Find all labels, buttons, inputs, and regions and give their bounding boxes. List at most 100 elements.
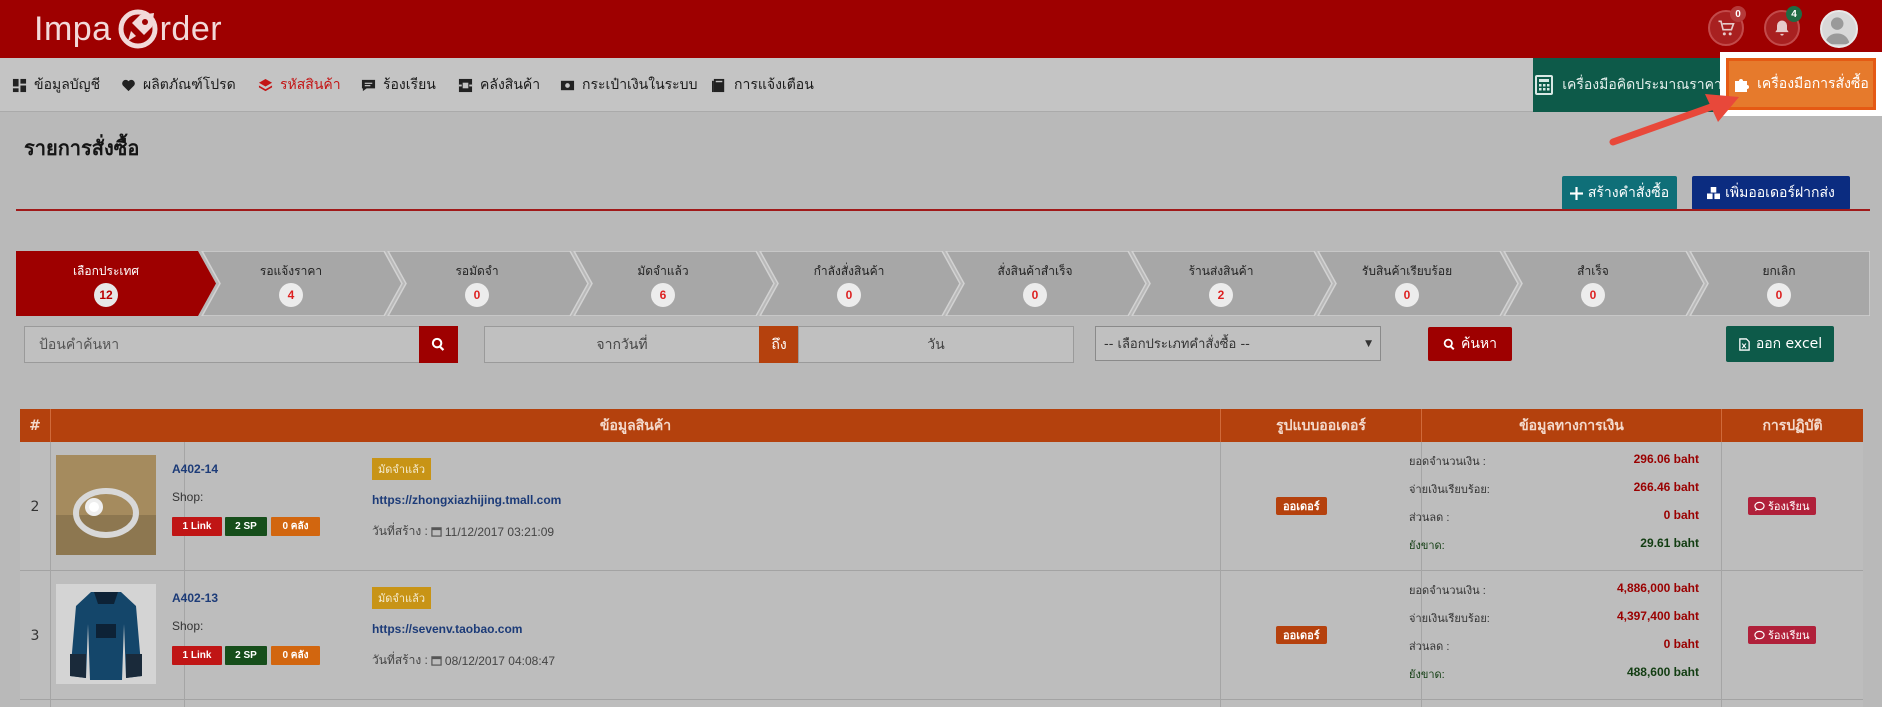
step-deposited[interactable]: มัดจำแล้ว xyxy=(588,262,738,281)
finance-total-value: 4,886,000 baht xyxy=(1616,581,1699,595)
complain-button[interactable]: ร้องเรียน xyxy=(1748,626,1816,644)
cart-count-badge: 0 xyxy=(1730,6,1746,22)
avatar[interactable] xyxy=(1820,10,1858,48)
user-icon xyxy=(1824,17,1850,45)
step-select-country[interactable]: เลือกประเทศ xyxy=(31,262,181,281)
file-excel-icon xyxy=(1739,337,1750,351)
search-icon xyxy=(431,337,445,351)
export-excel-label: ออก excel xyxy=(1755,336,1823,352)
page-title: รายการสั่งซื้อ xyxy=(24,136,140,160)
step-waiting-deposit[interactable]: รอมัดจำ xyxy=(402,262,552,281)
warehouse-icon xyxy=(458,78,473,92)
step-count: 4 xyxy=(279,283,303,307)
product-image-cell xyxy=(51,700,185,707)
finance-paid-label: จ่ายเงินเรียบร้อย: xyxy=(1409,484,1490,496)
complain-label: ร้องเรียน xyxy=(1768,500,1810,513)
annotation-arrow-icon xyxy=(1609,94,1739,146)
logo-text-right: rder xyxy=(159,9,223,48)
col-header-number: # xyxy=(20,409,51,442)
nav-item-complaints[interactable]: ร้องเรียน xyxy=(361,58,436,112)
heart-icon xyxy=(122,79,135,91)
ring-image-icon xyxy=(56,455,156,555)
finance-due-label: ยังขาด: xyxy=(1409,669,1445,681)
step-ordering[interactable]: กำลังสั่งสินค้า xyxy=(774,262,924,281)
nav-item-warehouse[interactable]: คลังสินค้า xyxy=(458,58,540,112)
col-header-order-type: รูปแบบออเดอร์ xyxy=(1221,409,1422,442)
table-row: 3 A402-13 Shop: 1 Link 2 SP 0 คลัง มัดจำ… xyxy=(20,571,1863,700)
book-icon xyxy=(712,78,725,92)
cart-icon xyxy=(1718,20,1735,36)
cubes-icon xyxy=(1707,186,1721,199)
step-count: 6 xyxy=(651,283,675,307)
notification-button[interactable]: 4 xyxy=(1764,6,1802,46)
notification-count-badge: 4 xyxy=(1786,6,1802,22)
step-completed[interactable]: สำเร็จ xyxy=(1518,262,1668,281)
step-waiting-price[interactable]: รอแจ้งราคา xyxy=(216,262,366,281)
add-forward-order-button[interactable]: เพิ่มออเดอร์ฝากส่ง xyxy=(1692,176,1850,210)
order-type-select[interactable]: -- เลือกประเภทคำสั่งซื้อ -- ▼ xyxy=(1095,326,1381,361)
comment-icon xyxy=(1754,501,1765,511)
wallet-icon xyxy=(560,80,575,90)
comment-icon xyxy=(1754,630,1765,640)
finance-discount-label: ส่วนลด : xyxy=(1409,512,1450,524)
nav-label: คลังสินค้า xyxy=(480,77,541,93)
finance-cell xyxy=(1422,700,1722,707)
finance-due: ยังขาด: 488,600 baht xyxy=(1409,665,1699,683)
step-ordered[interactable]: สั่งสินค้าสำเร็จ xyxy=(960,262,1110,281)
row-number: 3 xyxy=(20,571,51,700)
order-tool-button[interactable]: เครื่องมือการสั่งซื้อ xyxy=(1726,58,1876,110)
step-count: 0 xyxy=(1023,283,1047,307)
date-to-label: ถึง xyxy=(759,326,799,363)
nav-label: กระเป๋าเงินในระบบ xyxy=(582,77,698,93)
search-button[interactable]: ค้นหา xyxy=(1428,327,1512,361)
order-type-cell xyxy=(1221,700,1422,707)
step-shop-shipped[interactable]: ร้านส่งสินค้า xyxy=(1146,262,1296,281)
cart-button[interactable]: 0 xyxy=(1708,6,1746,46)
nav-label: ผลิตภัณฑ์โปรด xyxy=(143,77,236,93)
puzzle-icon xyxy=(1735,79,1750,92)
layers-icon xyxy=(258,78,273,91)
search-input[interactable]: ป้อนคำค้นหา xyxy=(24,326,420,363)
step-count: 2 xyxy=(1209,283,1233,307)
plus-icon xyxy=(1569,186,1583,200)
nav-label: การแจ้งเตือน xyxy=(734,77,814,93)
comment-icon xyxy=(361,79,376,91)
col-header-finance: ข้อมูลทางการเงิน xyxy=(1422,409,1722,442)
date-from-input[interactable]: จากวันที่ xyxy=(484,326,760,363)
date-to-input[interactable]: วัน xyxy=(798,326,1074,363)
create-order-button[interactable]: สร้างคำสั่งซื้อ xyxy=(1562,176,1677,210)
nav-item-wallet[interactable]: กระเป๋าเงินในระบบ xyxy=(560,58,697,112)
nav-item-favorites[interactable]: ผลิตภัณฑ์โปรด xyxy=(121,58,236,112)
table-row: 2 A402-14 Shop: 1 Link 2 SP 0 คลัง มัดจำ… xyxy=(20,442,1863,571)
search-submit-button[interactable] xyxy=(419,326,458,363)
finance-paid: จ่ายเงินเรียบร้อย: 266.46 baht xyxy=(1409,480,1699,498)
finance-discount-label: ส่วนลด : xyxy=(1409,641,1450,653)
row-number: 2 xyxy=(20,442,51,571)
product-info-cell xyxy=(185,442,1221,571)
complain-button[interactable]: ร้องเรียน xyxy=(1748,497,1816,515)
step-count: 0 xyxy=(1581,283,1605,307)
bell-icon xyxy=(1775,20,1789,36)
finance-due-label: ยังขาด: xyxy=(1409,540,1445,552)
search-icon xyxy=(1443,338,1455,350)
step-cancelled[interactable]: ยกเลิก xyxy=(1704,262,1854,281)
product-thumbnail[interactable] xyxy=(56,455,156,555)
finance-total: ยอดจำนวนเงิน : 4,886,000 baht xyxy=(1409,581,1699,599)
create-order-label: สร้างคำสั่งซื้อ xyxy=(1587,185,1670,201)
nav-item-product-code[interactable]: รหัสสินค้า xyxy=(258,58,341,112)
export-excel-button[interactable]: ออก excel xyxy=(1726,326,1834,362)
finance-total-value: 296.06 baht xyxy=(1633,452,1699,466)
add-forward-order-label: เพิ่มออเดอร์ฝากส่ง xyxy=(1725,185,1835,201)
product-thumbnail[interactable] xyxy=(56,584,156,684)
logo-text-left: Impa xyxy=(34,9,112,48)
table-header: # ข้อมูลสินค้า รูปแบบออเดอร์ ข้อมูลทางกา… xyxy=(20,409,1863,442)
col-header-actions: การปฏิบัติ xyxy=(1762,417,1823,434)
nav-item-account[interactable]: ข้อมูลบัญชี xyxy=(12,58,100,112)
step-count: 12 xyxy=(94,283,118,307)
step-received[interactable]: รับสินค้าเรียบร้อย xyxy=(1332,262,1482,281)
order-type-badge: ออเดอร์ xyxy=(1276,497,1327,515)
step-count: 0 xyxy=(465,283,489,307)
logo[interactable]: Impa rder xyxy=(34,8,222,50)
step-count: 0 xyxy=(1395,283,1419,307)
nav-item-notifications[interactable]: การแจ้งเตือน xyxy=(712,58,814,112)
